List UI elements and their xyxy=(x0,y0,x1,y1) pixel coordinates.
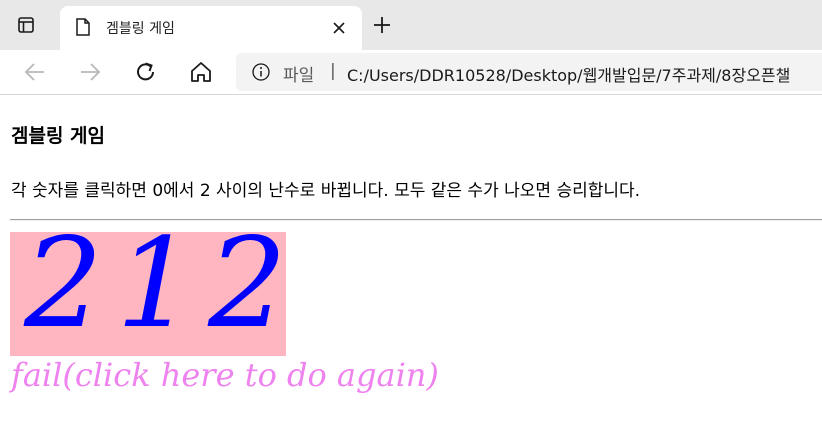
url-separator: | xyxy=(330,61,336,81)
digit-3[interactable]: 2 xyxy=(208,222,287,346)
tab-active[interactable]: 겜블링 게임 xyxy=(60,6,362,50)
digit-1[interactable]: 2 xyxy=(24,222,103,346)
digit-2[interactable]: 1 xyxy=(116,222,195,346)
instructions-text: 각 숫자를 클릭하면 0에서 2 사이의 난수로 바뀝니다. 모두 같은 수가 … xyxy=(11,181,641,201)
info-icon[interactable] xyxy=(252,63,270,81)
scheme-label: 파일 xyxy=(283,66,315,86)
page-icon xyxy=(76,18,90,36)
url-text[interactable]: C:/Users/DDR10528/Desktop/웹개발입문/7주과제/8장오… xyxy=(347,62,790,86)
plus-icon[interactable] xyxy=(372,15,392,35)
result-link[interactable]: fail(click here to do again) xyxy=(11,353,439,397)
digit-box: 2 1 2 xyxy=(10,222,287,356)
page-title: 겜블링 게임 xyxy=(11,125,106,147)
tab-title: 겜블링 게임 xyxy=(106,21,175,37)
close-icon[interactable] xyxy=(332,20,346,34)
tab-strip: 겜블링 게임 xyxy=(0,0,822,50)
address-bar[interactable]: 파일 | C:/Users/DDR10528/Desktop/웹개발입문/7주과… xyxy=(236,53,822,91)
arrow-left-icon[interactable] xyxy=(22,59,48,85)
tab-actions-icon[interactable] xyxy=(18,17,34,33)
page-content: 겜블링 게임 각 숫자를 클릭하면 0에서 2 사이의 난수로 바뀝니다. 모두… xyxy=(0,95,822,427)
home-icon[interactable] xyxy=(188,59,214,85)
arrow-right-icon[interactable] xyxy=(77,59,103,85)
browser-toolbar: 파일 | C:/Users/DDR10528/Desktop/웹개발입문/7주과… xyxy=(0,50,822,95)
refresh-icon[interactable] xyxy=(133,59,159,85)
